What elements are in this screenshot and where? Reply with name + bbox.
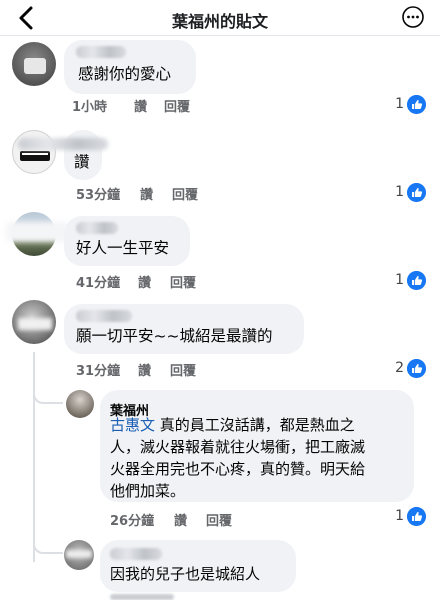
avatar[interactable] <box>64 540 94 570</box>
comment-text: 感謝你的愛心 <box>78 65 172 83</box>
reply-thread-connector <box>33 378 63 404</box>
like-button[interactable]: 讚 <box>138 272 151 291</box>
like-reaction-icon <box>407 271 426 290</box>
more-options-icon[interactable] <box>402 6 424 28</box>
like-button[interactable]: 讚 <box>140 184 153 203</box>
commenter-name-blurred[interactable] <box>110 548 162 560</box>
reaction-count[interactable]: 1 <box>380 183 426 204</box>
reply-bubble[interactable]: 葉福州 古惠文 真的員工沒話講，都是熱血之 人，滅火器報着就往火場衝，把工廠滅 … <box>100 390 414 502</box>
reply-button[interactable]: 回覆 <box>172 184 198 203</box>
avatar[interactable] <box>12 130 56 174</box>
like-button[interactable]: 讚 <box>174 510 187 529</box>
like-button[interactable]: 讚 <box>138 360 151 379</box>
comment-time: 53分鐘 <box>76 188 121 203</box>
reply-button[interactable]: 回覆 <box>164 96 190 115</box>
reply-thread-connector <box>33 528 63 554</box>
avatar-overlay-blurred <box>6 222 70 242</box>
like-reaction-icon <box>407 359 426 378</box>
reply-button[interactable]: 回覆 <box>170 272 196 291</box>
like-button[interactable]: 讚 <box>134 96 147 115</box>
avatar[interactable] <box>12 42 56 86</box>
comment-bubble[interactable]: 願一切平安~~城紹是最讚的 <box>64 304 304 354</box>
reply-bubble[interactable]: 因我的兒子也是城紹人 <box>100 540 296 592</box>
like-reaction-icon <box>407 95 426 114</box>
avatar[interactable] <box>66 390 94 418</box>
reply-time: 26分鐘 <box>110 514 155 529</box>
app-header: 葉福州的貼文 <box>0 0 440 36</box>
commenter-name-blurred[interactable] <box>76 222 118 234</box>
comment-time: 31分鐘 <box>76 364 121 379</box>
reply-button[interactable]: 回覆 <box>206 510 232 529</box>
comment-bubble[interactable]: 感謝你的愛心 <box>64 40 196 94</box>
reaction-count[interactable]: 2 <box>380 359 426 380</box>
reply-button[interactable]: 回覆 <box>170 360 196 379</box>
comment-text: 好人一生平安 <box>76 239 170 257</box>
avatar[interactable] <box>12 300 56 344</box>
commenter-name-blurred[interactable] <box>76 46 126 58</box>
comment-text: 讚 <box>74 153 90 171</box>
reaction-count[interactable]: 1 <box>380 95 426 116</box>
reaction-count[interactable]: 1 <box>380 507 426 528</box>
comment-bubble[interactable]: 好人一生平安 <box>64 216 190 266</box>
like-reaction-icon <box>407 183 426 202</box>
comment-time: 1小時 <box>72 100 108 115</box>
reaction-count[interactable]: 1 <box>380 271 426 292</box>
reply-text: 因我的兒子也是城紹人 <box>110 565 261 583</box>
comment-bubble[interactable]: 讚 <box>18 130 108 180</box>
commenter-name-blurred[interactable] <box>76 310 132 322</box>
mention-link[interactable]: 古惠文 <box>110 416 155 434</box>
like-reaction-icon <box>407 507 426 526</box>
comment-text: 願一切平安~~城紹是最讚的 <box>76 327 273 345</box>
commenter-name-blurred[interactable] <box>18 138 108 150</box>
reply-meta-blurred <box>110 594 174 600</box>
reply-text: 古惠文 真的員工沒話講，都是熱血之 人，滅火器報着就往火場衝，把工廠滅 火器全用… <box>110 416 366 500</box>
page-title: 葉福州的貼文 <box>171 12 268 31</box>
comment-time: 41分鐘 <box>76 276 121 291</box>
